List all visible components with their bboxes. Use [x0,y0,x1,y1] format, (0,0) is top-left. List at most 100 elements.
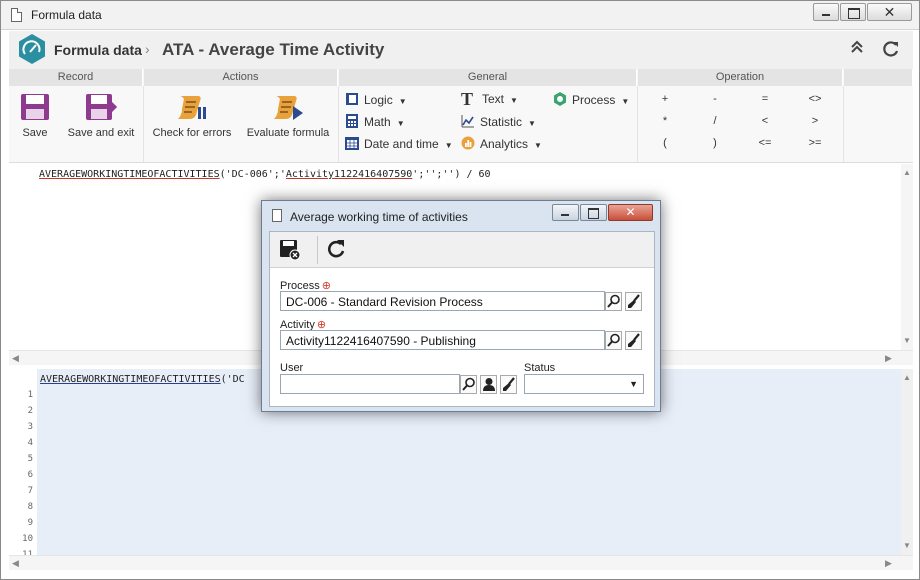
activity-clear-button[interactable] [625,331,642,350]
status-select[interactable]: ▼ [524,374,644,394]
line-number: 6 [27,470,33,480]
analytics-menu[interactable]: Analytics ▼ [461,136,542,151]
ribbon-toolbar: Record Actions General Operation Save Sa… [9,69,913,163]
statistic-icon [461,115,474,128]
scroll-down-icon[interactable]: ▼ [903,336,911,345]
operator-less-equal[interactable]: <= [750,137,780,149]
eraser-icon [503,377,515,391]
formula-text[interactable]: AVERAGEWORKINGTIMEOFACTIVITIES('DC-006';… [39,169,491,180]
operator-multiply[interactable]: * [650,115,680,127]
calendar-icon [345,137,359,150]
refresh-icon[interactable] [882,40,900,63]
operator-close-paren[interactable]: ) [700,137,730,149]
minimize-button[interactable] [813,3,839,21]
line-number-gutter: 1 2 3 4 5 6 7 8 9 10 11 [9,369,37,555]
line-number: 10 [22,534,33,544]
operator-less-than[interactable]: < [750,115,780,127]
window-titlebar: Formula data ✕ [1,1,919,30]
user-field[interactable] [280,374,460,394]
divider [637,86,638,162]
line-number: 5 [27,454,33,464]
check-errors-icon [178,96,206,119]
user-label: User [280,362,304,374]
scroll-up-icon[interactable]: ▲ [903,168,911,177]
refresh-icon [328,240,345,258]
collapse-icon[interactable] [850,40,864,59]
preview-formula-text[interactable]: AVERAGEWORKINGTIMEOFACTIVITIES('DC [40,374,245,385]
calculator-icon [346,114,358,128]
scroll-up-icon[interactable]: ▲ [903,373,911,382]
page-header: Formula data › ATA - Average Time Activi… [9,31,913,69]
operator-greater-than[interactable]: > [800,115,830,127]
logic-icon [346,93,358,105]
line-number: 4 [27,438,33,448]
dialog-maximize-button[interactable] [580,204,607,221]
dialog-title: Average working time of activities [290,210,468,224]
divider [843,86,844,162]
dialog-close-button[interactable]: ✕ [608,204,653,221]
group-record-header: Record [9,69,143,86]
logic-menu[interactable]: Logic ▼ [345,92,407,107]
dialog-minimize-button[interactable] [552,204,579,221]
dialog-toolbar [270,232,654,268]
divider [317,236,318,264]
line-number: 1 [27,390,33,400]
breadcrumb-separator: › [145,41,150,57]
save-icon [21,94,49,120]
scroll-down-icon[interactable]: ▼ [903,541,911,550]
statistic-menu[interactable]: Statistic ▼ [461,114,536,129]
save-exit-icon [86,94,118,120]
window-title: Formula data [31,8,102,22]
save-button[interactable]: Save [15,93,55,139]
preview-vertical-scrollbar[interactable]: ▲ ▼ [901,369,913,555]
scroll-right-icon[interactable]: ▶ [885,558,892,569]
operator-divide[interactable]: / [700,115,730,127]
page-title: ATA - Average Time Activity [162,40,385,59]
group-actions-header: Actions [144,69,338,86]
date-and-time-menu[interactable]: Date and time ▼ [345,136,453,151]
analytics-icon [461,136,475,150]
breadcrumb-root[interactable]: Formula data [54,42,142,58]
close-icon: ✕ [883,4,896,20]
save-and-exit-button[interactable]: Save and exit [63,93,139,139]
save-close-button[interactable] [279,239,301,264]
operator-equal[interactable]: = [750,93,780,105]
process-field[interactable]: DC-006 - Standard Revision Process [280,291,605,311]
activity-search-button[interactable] [605,331,622,350]
scroll-left-icon[interactable]: ◀ [12,353,19,364]
reload-button[interactable] [326,239,346,262]
close-button[interactable]: ✕ [867,3,912,21]
process-icon [554,92,566,106]
maximize-button[interactable] [840,3,866,21]
operator-plus[interactable]: + [650,93,680,105]
operator-open-paren[interactable]: ( [650,137,680,149]
scroll-left-icon[interactable]: ◀ [12,558,19,569]
operator-minus[interactable]: - [700,93,730,105]
math-menu[interactable]: Math ▼ [345,114,405,129]
line-number: 3 [27,422,33,432]
function-dialog: Average working time of activities ✕ Pro… [261,200,661,412]
evaluate-formula-button[interactable]: Evaluate formula [244,93,332,139]
process-search-button[interactable] [605,292,622,311]
user-clear-button[interactable] [500,375,517,394]
line-number: 7 [27,486,33,496]
group-empty-header [844,69,913,86]
document-icon [272,209,282,222]
search-icon [462,377,475,391]
editor-vertical-scrollbar[interactable]: ▲ ▼ [901,164,913,350]
process-clear-button[interactable] [625,292,642,311]
process-menu[interactable]: Process ▼ [553,92,629,107]
user-picker-button[interactable] [480,375,497,394]
search-icon [607,294,620,308]
operator-not-equal[interactable]: <> [800,93,830,105]
operator-greater-equal[interactable]: >= [800,137,830,149]
save-close-icon [280,240,301,261]
preview-horizontal-scrollbar[interactable]: ◀ ▶ [9,555,913,570]
line-number: 9 [27,518,33,528]
text-menu[interactable]: T Text ▼ [461,90,518,108]
activity-field[interactable]: Activity1122416407590 - Publishing [280,330,605,350]
scroll-right-icon[interactable]: ▶ [885,353,892,364]
check-for-errors-button[interactable]: Check for errors [150,93,234,139]
user-search-button[interactable] [460,375,477,394]
dialog-body: Process ⊕ DC-006 - Standard Revision Proc… [269,231,655,407]
